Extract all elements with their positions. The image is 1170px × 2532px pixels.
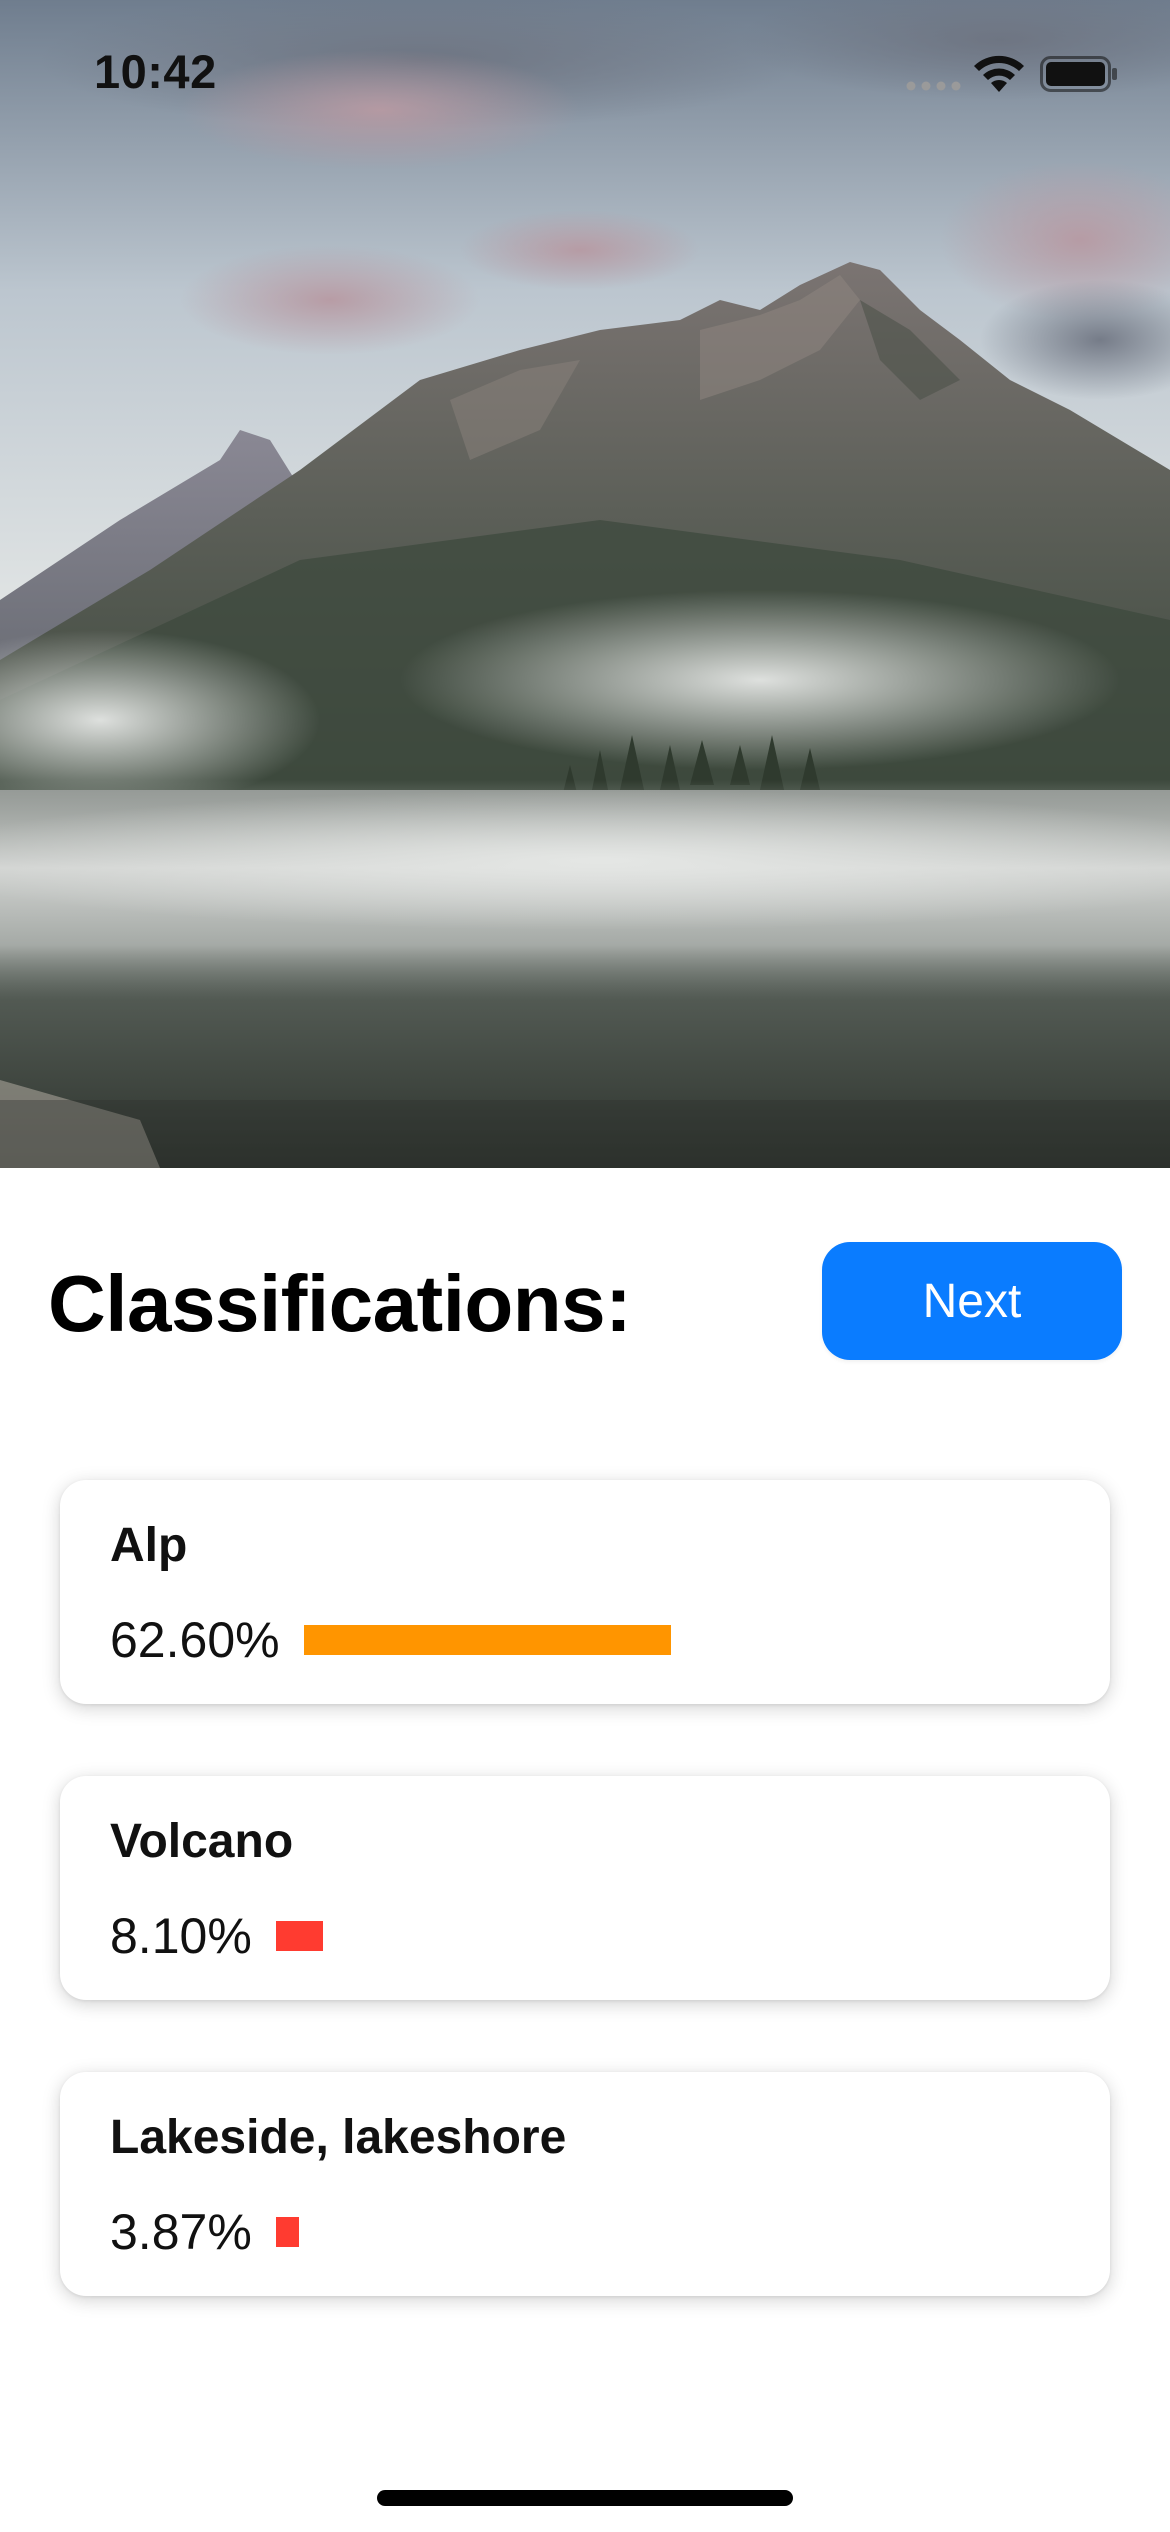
home-indicator[interactable] xyxy=(377,2490,793,2506)
classification-row: 8.10% xyxy=(110,1908,323,1964)
status-bar: 10:42 xyxy=(0,0,1170,140)
classification-card: Lakeside, lakeshore 3.87% xyxy=(60,2072,1110,2296)
classified-photo xyxy=(0,0,1170,1168)
wifi-icon xyxy=(974,55,1024,92)
classification-percent: 8.10% xyxy=(110,1908,252,1964)
status-time: 10:42 xyxy=(94,45,217,98)
app-screen: 10:42 Classifications: Next Alp 62.60% V… xyxy=(0,0,1170,2532)
page-title: Classifications: xyxy=(48,1259,632,1348)
confidence-bar xyxy=(275,1921,323,1951)
classification-label: Lakeside, lakeshore xyxy=(110,2111,567,2164)
classification-percent: 3.87% xyxy=(110,2204,252,2260)
next-button[interactable]: Next xyxy=(822,1242,1122,1360)
classification-row: 3.87% xyxy=(110,2204,299,2260)
cellular-signal-icon xyxy=(906,81,961,91)
classification-label: Alp xyxy=(110,1519,188,1572)
classification-card: Volcano 8.10% xyxy=(60,1776,1110,2000)
classification-row: 62.60% xyxy=(110,1612,671,1668)
classification-card: Alp 62.60% xyxy=(60,1480,1110,1704)
confidence-bar xyxy=(303,1625,671,1655)
battery-icon xyxy=(1040,56,1117,92)
classification-label: Volcano xyxy=(110,1815,294,1868)
classification-percent: 62.60% xyxy=(110,1612,280,1668)
confidence-bar xyxy=(275,2217,299,2247)
